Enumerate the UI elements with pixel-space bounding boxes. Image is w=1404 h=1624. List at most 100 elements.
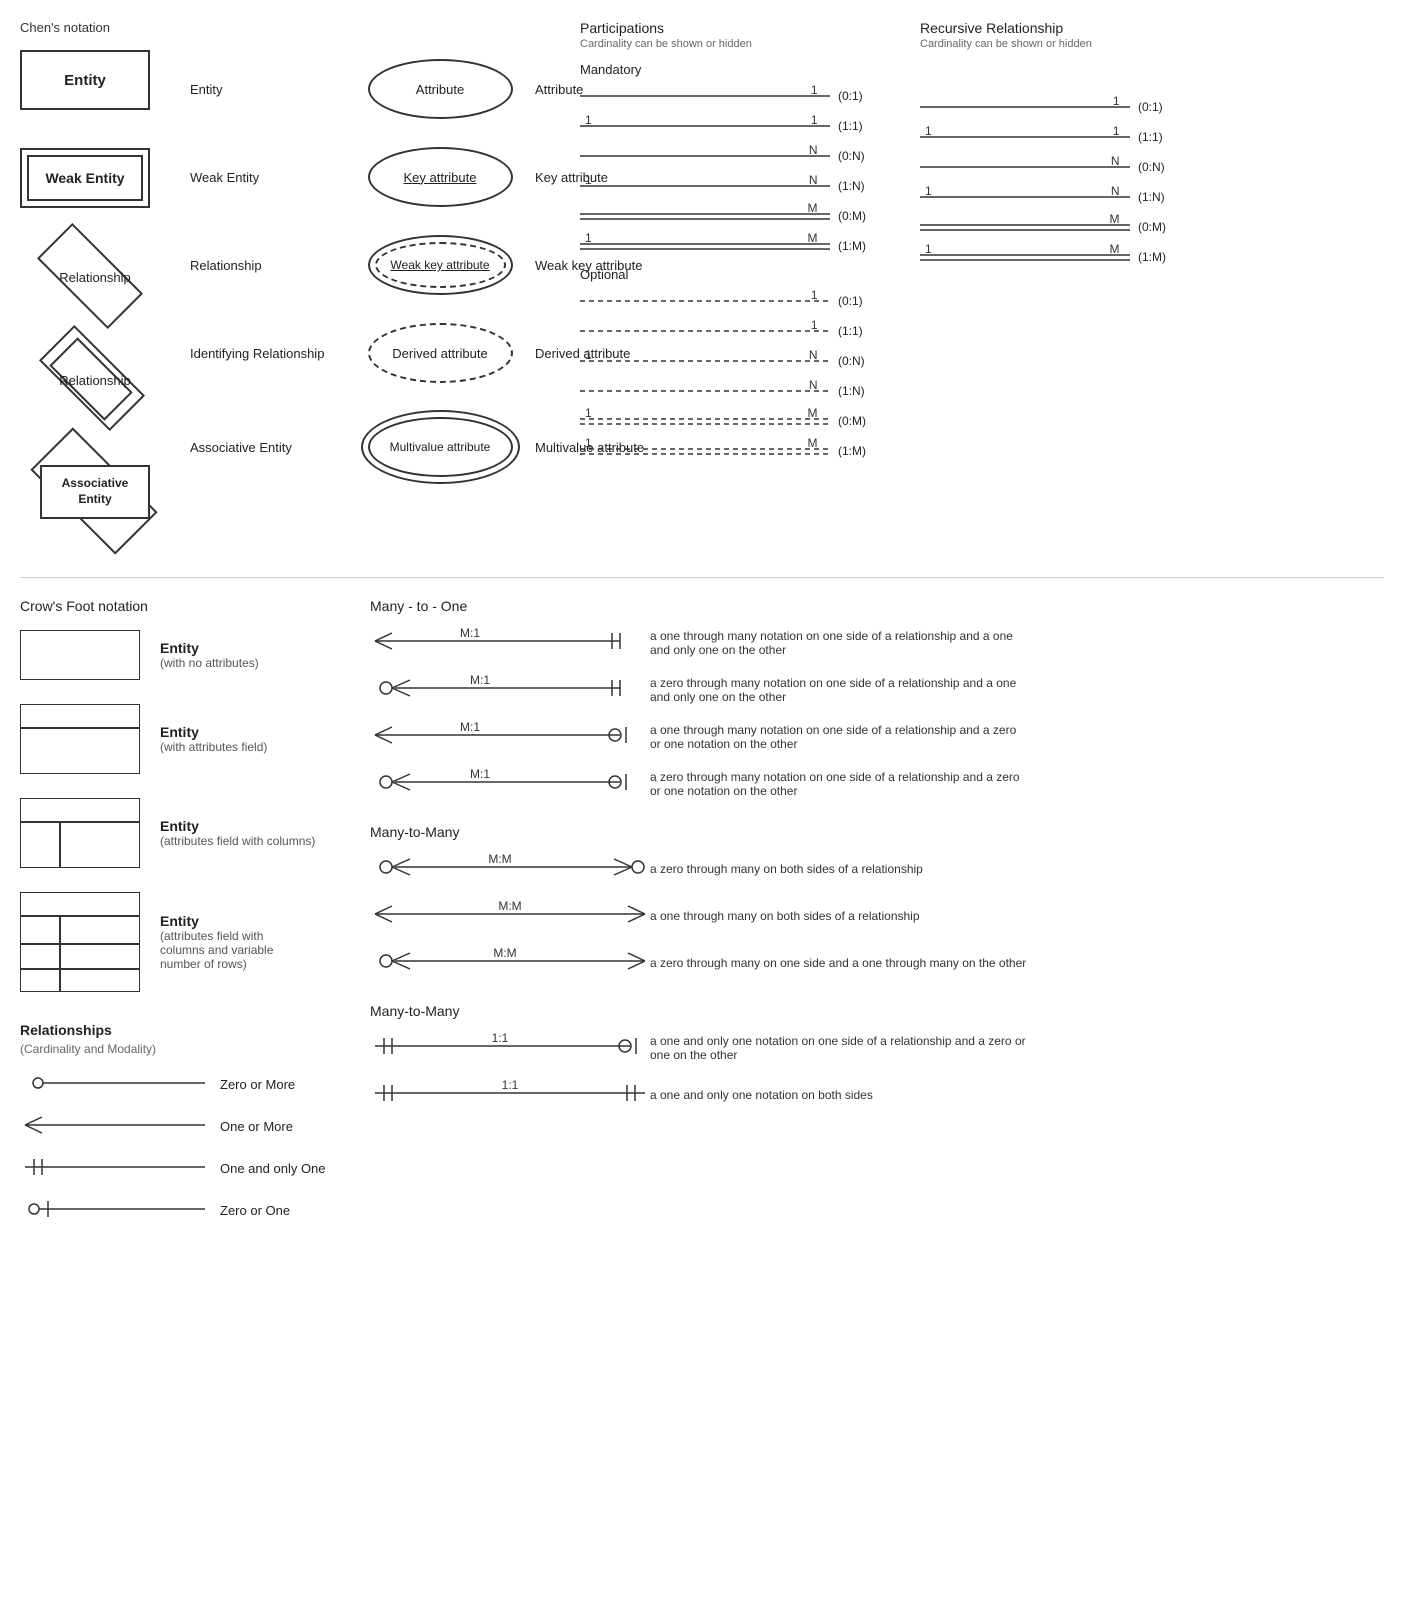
- cf-entity-attr-shape: [20, 704, 160, 774]
- svg-text:M:1: M:1: [470, 767, 490, 781]
- one-to-one-section: Many-to-Many 1:1: [370, 1003, 1384, 1111]
- mandatory-row-0-1: 1 (0:1): [580, 85, 880, 107]
- mandatory-row-0-N: N (0:N): [580, 145, 880, 167]
- zero-one-row: Zero or One: [20, 1196, 340, 1224]
- mm-row-1: M:M a one through many on both sides of …: [370, 899, 1384, 932]
- svg-text:1: 1: [811, 288, 818, 302]
- many-row-0-svg: M:1: [370, 626, 650, 659]
- oo-row-0: 1:1 a one and only one notation on one s…: [370, 1031, 1384, 1064]
- svg-text:M: M: [808, 201, 818, 215]
- entity-desc: Entity: [190, 45, 355, 133]
- many-row-1-svg: M:1: [370, 673, 650, 706]
- mm-row-2: M:M a zero through many on one side and …: [370, 946, 1384, 979]
- cf-entity-no-attr-label: Entity (with no attributes): [160, 640, 259, 670]
- one-only-label: One and only One: [220, 1161, 326, 1176]
- svg-text:1: 1: [1113, 124, 1120, 138]
- many-row-1: M:1 a zero through many notation on one …: [370, 673, 1384, 706]
- svg-text:1: 1: [811, 113, 818, 127]
- relationship-desc: Relationship: [190, 221, 355, 309]
- svg-text:M: M: [1110, 212, 1120, 226]
- section-divider: [20, 577, 1384, 578]
- chens-shapes-col: Entity Weak Entity Relationship: [20, 45, 180, 547]
- recursive-row-1-M: 1 M (1:M): [920, 246, 1180, 268]
- zero-more-symbol: [20, 1069, 220, 1100]
- cf-entity-varrows-shape: [20, 892, 160, 992]
- identifying-relationship-shape-row: Relationship: [20, 341, 170, 419]
- optional-row-1-1: 1 (1:1): [580, 320, 880, 342]
- zero-more-row: Zero or More: [20, 1070, 340, 1098]
- recursive-subtitle: Cardinality can be shown or hidden: [920, 38, 1180, 50]
- svg-text:1: 1: [585, 113, 592, 127]
- entity-shape-row: Entity: [20, 45, 180, 115]
- crows-right: Many - to - One M:1: [370, 598, 1384, 1238]
- svg-text:1: 1: [585, 173, 592, 187]
- zero-more-label: Zero or More: [220, 1077, 295, 1092]
- mm-row-0-desc: a zero through many on both sides of a r…: [650, 862, 923, 876]
- cf-entity-cols-row: Entity (attributes field with columns): [20, 798, 340, 868]
- many-row-3-svg: M:1: [370, 767, 650, 800]
- mm-row-0: M:M a zero through many on both sides of…: [370, 852, 1384, 885]
- svg-text:N: N: [809, 173, 818, 187]
- crows-title: Crow's Foot notation: [20, 598, 340, 614]
- zero-one-symbol: [20, 1195, 220, 1226]
- many-row-3: M:1 a zero through many notation on one …: [370, 767, 1384, 800]
- mm-row-1-svg: M:M: [370, 899, 650, 932]
- svg-text:1: 1: [585, 231, 592, 245]
- many-row-2: M:1 a one through many notation on one s…: [370, 720, 1384, 753]
- oo-row-0-desc: a one and only one notation on one side …: [650, 1034, 1030, 1062]
- svg-text:1: 1: [585, 436, 592, 450]
- attribute-oval-row: Attribute: [355, 45, 525, 133]
- derived-attribute-oval: Derived attribute: [368, 323, 513, 383]
- svg-text:1:1: 1:1: [502, 1078, 519, 1092]
- cf-entity-cols-label: Entity (attributes field with columns): [160, 818, 315, 848]
- associative-entity-desc: Associative Entity: [190, 397, 355, 497]
- key-attribute-oval: Key attribute: [368, 147, 513, 207]
- derived-attribute-oval-row: Derived attribute: [355, 309, 525, 397]
- associative-entity-shape-row: AssociativeEntity: [20, 447, 170, 537]
- svg-text:N: N: [809, 143, 818, 157]
- svg-text:N: N: [809, 348, 818, 362]
- one-more-row: One or More: [20, 1112, 340, 1140]
- recursive-row-0-N: N (0:N): [920, 156, 1180, 178]
- oo-row-0-svg: 1:1: [370, 1031, 650, 1064]
- recursive-section: Recursive Relationship Cardinality can b…: [920, 20, 1180, 470]
- participations-subtitle: Cardinality can be shown or hidden: [580, 38, 880, 50]
- weak-key-attribute-oval-row: Weak key attribute: [355, 221, 525, 309]
- recursive-title: Recursive Relationship: [920, 20, 1180, 36]
- svg-text:M:1: M:1: [460, 626, 480, 640]
- svg-text:M:1: M:1: [460, 720, 480, 734]
- mandatory-row-1-M: 1 M (1:M): [580, 235, 880, 257]
- many-to-many-title: Many-to-Many: [370, 824, 1384, 840]
- optional-label: Optional: [580, 267, 880, 282]
- mandatory-label: Mandatory: [580, 62, 880, 77]
- svg-text:1: 1: [925, 124, 932, 138]
- many-row-0: M:1 a one through many notation on one s…: [370, 626, 1384, 659]
- key-attribute-oval-row: Key attribute: [355, 133, 525, 221]
- many-to-many-section: Many-to-Many M:M: [370, 824, 1384, 979]
- recursive-row-0-M: M (0:M): [920, 216, 1180, 238]
- svg-text:1: 1: [585, 348, 592, 362]
- entity-box: Entity: [20, 50, 150, 110]
- oo-row-1-desc: a one and only one notation on both side…: [650, 1088, 873, 1102]
- mm-row-1-desc: a one through many on both sides of a re…: [650, 909, 920, 923]
- weak-key-attribute-oval: Weak key attribute: [368, 235, 513, 295]
- chens-attr-shapes-col: Attribute Key attribute Weak key attr: [355, 45, 525, 547]
- svg-text:N: N: [1111, 184, 1120, 198]
- svg-text:M:M: M:M: [493, 946, 516, 960]
- recursive-row-1-1: 1 1 (1:1): [920, 126, 1180, 148]
- many-row-1-desc: a zero through many notation on one side…: [650, 676, 1030, 704]
- optional-row-0-M: 1 M (0:M): [580, 410, 880, 432]
- svg-text:M: M: [808, 406, 818, 420]
- participations-title: Participations: [580, 20, 880, 36]
- cf-entity-no-attr-shape: [20, 630, 160, 680]
- cf-entity-no-attr-row: Entity (with no attributes): [20, 630, 340, 680]
- identifying-relationship-desc: Identifying Relationship: [190, 309, 355, 397]
- cf-entity-attr-label: Entity (with attributes field): [160, 724, 267, 754]
- chens-title: Chen's notation: [20, 20, 560, 35]
- svg-text:1: 1: [811, 83, 818, 97]
- mandatory-row-1-1: 1 1 (1:1): [580, 115, 880, 137]
- multivalue-attribute-oval: Multivalue attribute: [368, 417, 513, 477]
- weak-entity-box: Weak Entity: [20, 148, 150, 208]
- crows-left: Crow's Foot notation Entity (with no att…: [20, 598, 340, 1238]
- cf-entity-varrows-label: Entity (attributes field with columns an…: [160, 913, 290, 971]
